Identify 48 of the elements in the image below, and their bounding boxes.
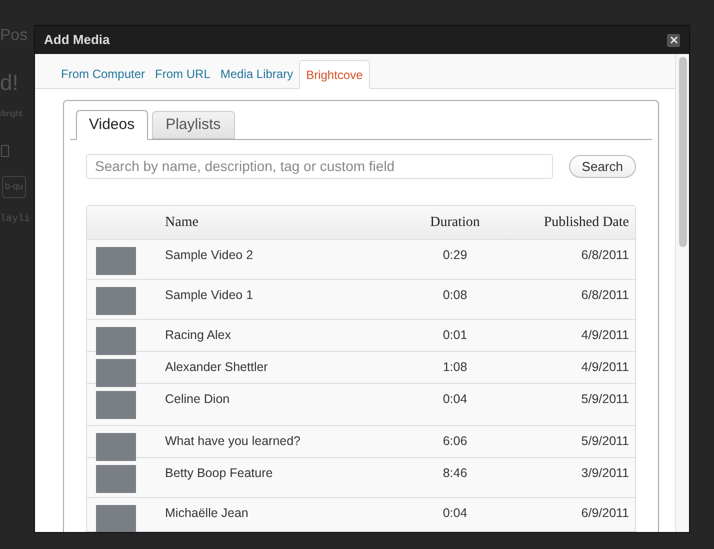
- window-title: Add Media: [44, 31, 110, 50]
- video-thumbnail[interactable]: [96, 465, 136, 493]
- close-icon: [670, 36, 678, 44]
- table-cell-text: 6/9/2011: [580, 505, 630, 522]
- column-header[interactable]: Name: [165, 212, 405, 233]
- table-cell[interactable]: What have you learned?: [165, 432, 405, 451]
- column-header[interactable]: Duration: [405, 212, 505, 233]
- table-cell[interactable]: Sample Video 1: [165, 286, 405, 305]
- column-header[interactable]: Published Date: [505, 212, 635, 233]
- table-cell-text: 0:04: [442, 505, 468, 522]
- table-cell-text: 0:08: [442, 287, 468, 304]
- media-tab[interactable]: From URL: [151, 59, 214, 88]
- video-thumbnail[interactable]: [96, 359, 136, 387]
- video-thumbnail[interactable]: [96, 433, 136, 461]
- table-cell-text: 6/8/2011: [580, 247, 630, 264]
- table-cell[interactable]: Michaëlle Jean: [165, 504, 405, 523]
- video-thumbnail[interactable]: [96, 287, 136, 315]
- table-cell-text: 0:29: [442, 247, 468, 264]
- search-button[interactable]: Search: [568, 155, 636, 178]
- video-thumbnail[interactable]: [96, 247, 136, 275]
- panel-tab[interactable]: Videos: [76, 110, 148, 140]
- table-cell[interactable]: Celine Dion: [165, 390, 405, 409]
- table-cell[interactable]: Sample Video 2: [165, 246, 405, 265]
- table-cell-text: 4/9/2011: [580, 359, 630, 376]
- table-cell-text: 0:01: [442, 327, 468, 344]
- media-tab[interactable]: From Computer: [57, 59, 150, 88]
- table-cell-text: 0:04: [442, 391, 468, 408]
- panel-tab[interactable]: Playlists: [152, 111, 235, 139]
- media-tab[interactable]: Media Library: [216, 59, 298, 88]
- close-button[interactable]: [667, 34, 680, 46]
- search-field[interactable]: Search by name, description, tag or custom field: [86, 154, 553, 179]
- video-thumbnail[interactable]: [96, 505, 136, 532]
- table-cell[interactable]: Racing Alex: [165, 326, 405, 345]
- scrollbar-thumb[interactable]: [678, 57, 686, 247]
- table-cell-text: 1:08: [442, 359, 468, 376]
- media-tab[interactable]: Brightcove: [299, 60, 370, 89]
- table-cell-text: 8:46: [442, 465, 468, 482]
- table-cell-text: 6/8/2011: [580, 287, 630, 304]
- video-thumbnail[interactable]: [96, 327, 136, 355]
- video-thumbnail[interactable]: [96, 391, 136, 419]
- table-cell[interactable]: Alexander Shettler: [165, 358, 405, 377]
- table-cell-text: 5/9/2011: [580, 433, 630, 450]
- table-cell-text: 4/9/2011: [580, 327, 630, 344]
- table-cell-text: 6:06: [442, 433, 468, 450]
- table-cell-text: 3/9/2011: [580, 465, 630, 482]
- table-cell[interactable]: Betty Boop Feature: [165, 464, 405, 483]
- page-icon: [1, 145, 9, 157]
- table-cell-text: 5/9/2011: [580, 391, 630, 408]
